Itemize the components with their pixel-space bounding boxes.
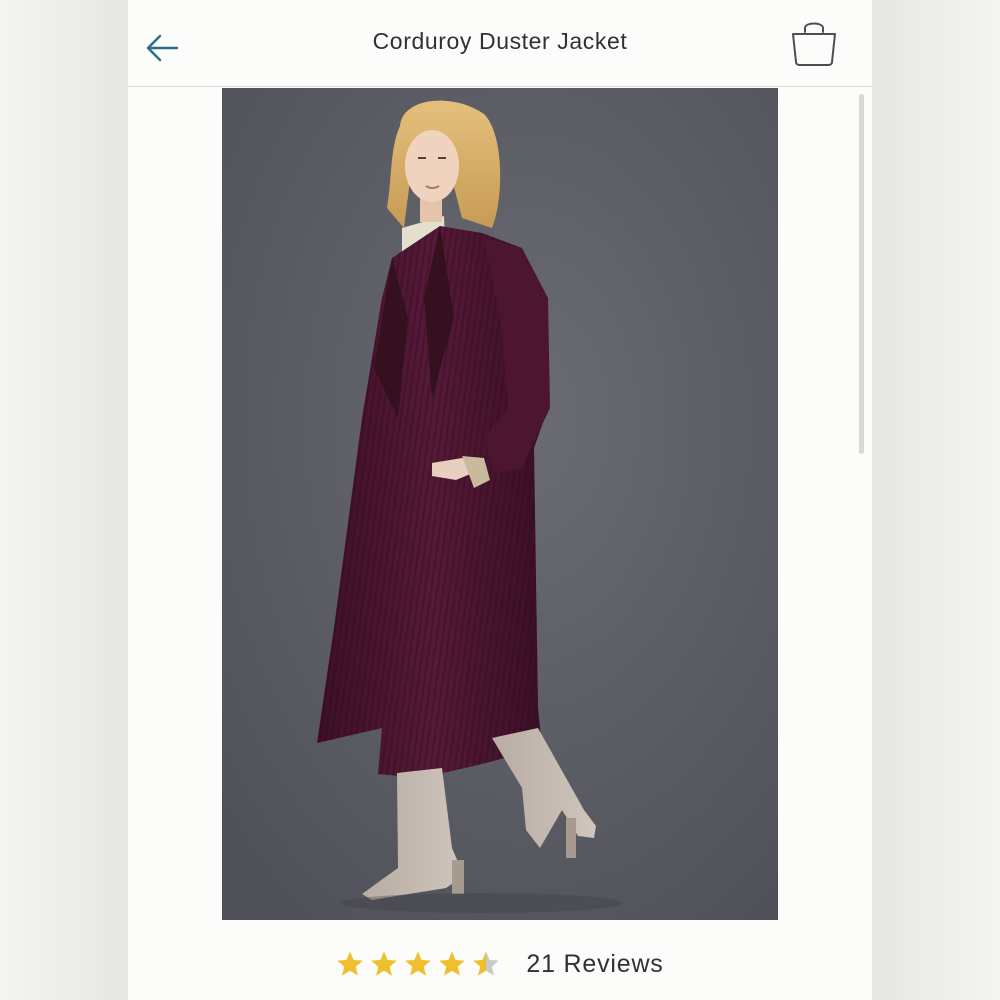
right-margin: [872, 0, 1000, 1000]
left-margin: [0, 0, 128, 1000]
product-photo[interactable]: [222, 88, 778, 920]
star-full-icon: [439, 951, 466, 976]
rating-row: 21 Reviews: [128, 940, 872, 988]
app-window: Corduroy Duster Jacket 21 Reviews: [128, 0, 872, 1000]
page-title: Corduroy Duster Jacket: [372, 28, 628, 54]
star-half-icon: [473, 951, 500, 976]
screen: Corduroy Duster Jacket 21 Reviews: [0, 0, 1000, 1000]
star-full-icon: [371, 951, 398, 976]
star-rating: [336, 950, 500, 978]
shopping-bag-button[interactable]: [788, 18, 844, 70]
star-full-icon: [337, 951, 364, 976]
reviews-link[interactable]: 21 Reviews: [526, 950, 663, 979]
star-full-icon: [405, 951, 432, 976]
product-photo-illustration: [222, 88, 778, 920]
scrollbar[interactable]: [859, 94, 864, 454]
shopping-bag-icon: [792, 22, 836, 66]
top-bar: Corduroy Duster Jacket: [128, 0, 872, 87]
